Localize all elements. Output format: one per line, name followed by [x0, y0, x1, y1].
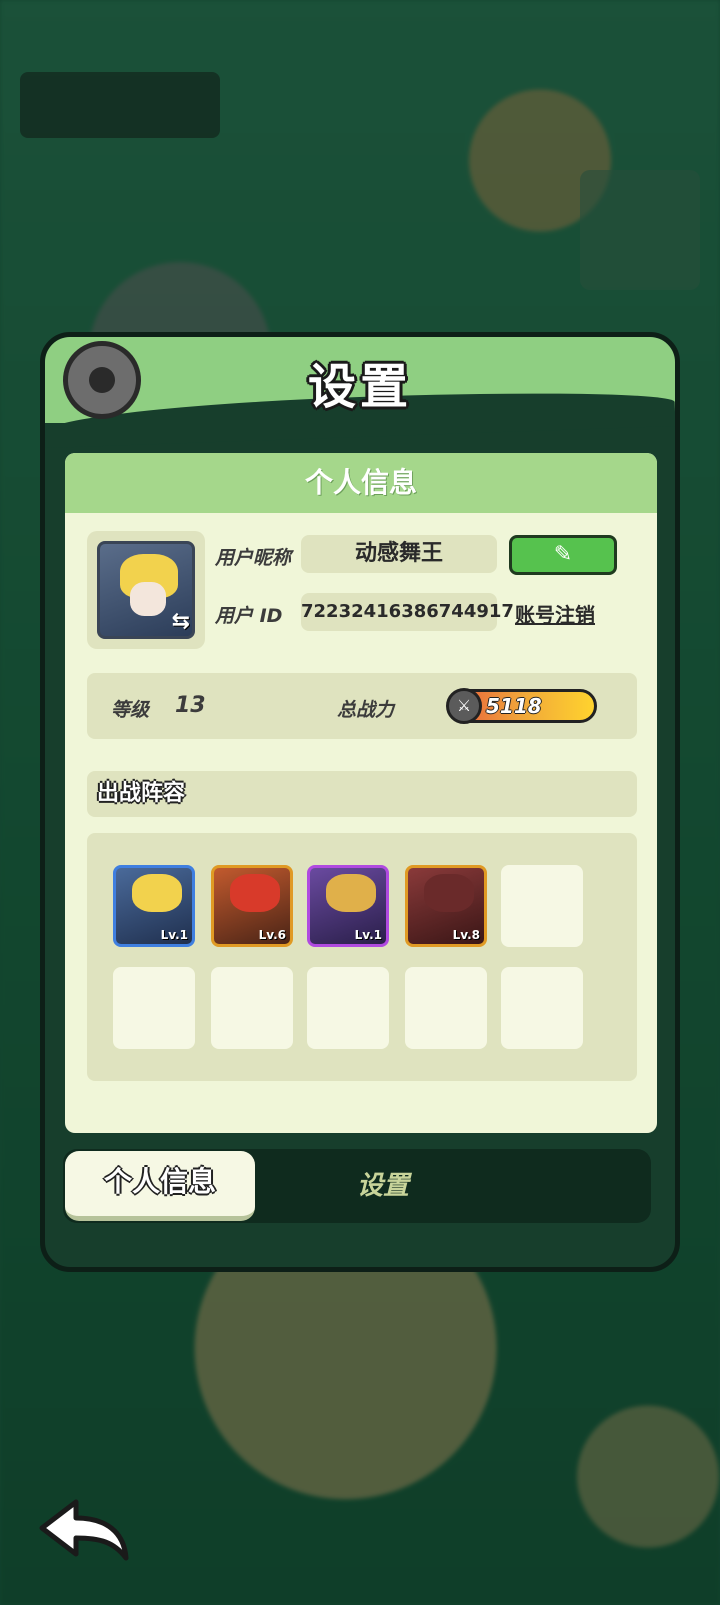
- hero-level: Lv.6: [258, 928, 286, 942]
- swap-icon[interactable]: ⇆: [172, 609, 190, 634]
- settings-panel: 设置 个人信息 ⇆ 用户昵称 动感舞王 ✎ 用户 ID 722324163867…: [40, 332, 680, 1272]
- pencil-edit-icon: ✎: [553, 542, 573, 567]
- back-arrow-icon[interactable]: [36, 1494, 136, 1564]
- lineup-grid: Lv.1 Lv.6 Lv.1 Lv.8: [87, 833, 637, 1081]
- empty-hero-slot[interactable]: [307, 967, 389, 1049]
- hero-slot-2[interactable]: Lv.6: [211, 865, 293, 947]
- hero-slot-1[interactable]: Lv.1: [113, 865, 195, 947]
- avatar[interactable]: ⇆: [97, 541, 195, 639]
- profile-section-title: 个人信息: [65, 453, 657, 513]
- hero-level: Lv.8: [452, 928, 480, 942]
- level-label: 等级: [111, 699, 150, 721]
- hero-level: Lv.1: [160, 928, 188, 942]
- account-cancel-link[interactable]: 账号注销: [515, 599, 595, 628]
- avatar-face: [130, 582, 166, 616]
- hero-level: Lv.1: [354, 928, 382, 942]
- user-id-value: 72232416386744917: [301, 593, 514, 631]
- tab-profile[interactable]: 个人信息: [65, 1151, 255, 1221]
- power-badge: ⚔ 5118: [446, 688, 597, 724]
- crossed-swords-icon: ⚔: [446, 688, 482, 724]
- empty-hero-slot[interactable]: [113, 967, 195, 1049]
- profile-card: 个人信息 ⇆ 用户昵称 动感舞王 ✎ 用户 ID 722324163867449…: [65, 453, 657, 1133]
- hero-slot-3[interactable]: Lv.1: [307, 865, 389, 947]
- empty-hero-slot[interactable]: [501, 865, 583, 947]
- stats-bar: 等级 13 总战力 ⚔ 5118: [87, 673, 637, 739]
- lineup-title: 出战阵容: [87, 771, 637, 817]
- panel-title: 设置: [307, 359, 412, 415]
- empty-hero-slot[interactable]: [501, 967, 583, 1049]
- power-value: 5118: [486, 694, 542, 718]
- avatar-frame[interactable]: ⇆: [87, 531, 205, 649]
- panel-tabs: 个人信息 设置: [63, 1149, 651, 1223]
- user-id-label: 用户 ID: [215, 605, 283, 627]
- nickname-label: 用户昵称: [215, 547, 292, 569]
- level-value: 13: [175, 693, 206, 718]
- empty-hero-slot[interactable]: [211, 967, 293, 1049]
- hero-slot-4[interactable]: Lv.8: [405, 865, 487, 947]
- tab-settings[interactable]: 设置: [313, 1151, 453, 1221]
- edit-nickname-button[interactable]: ✎: [509, 535, 617, 575]
- power-label: 总战力: [337, 699, 395, 721]
- empty-hero-slot[interactable]: [405, 967, 487, 1049]
- nickname-value: 动感舞王: [301, 535, 497, 573]
